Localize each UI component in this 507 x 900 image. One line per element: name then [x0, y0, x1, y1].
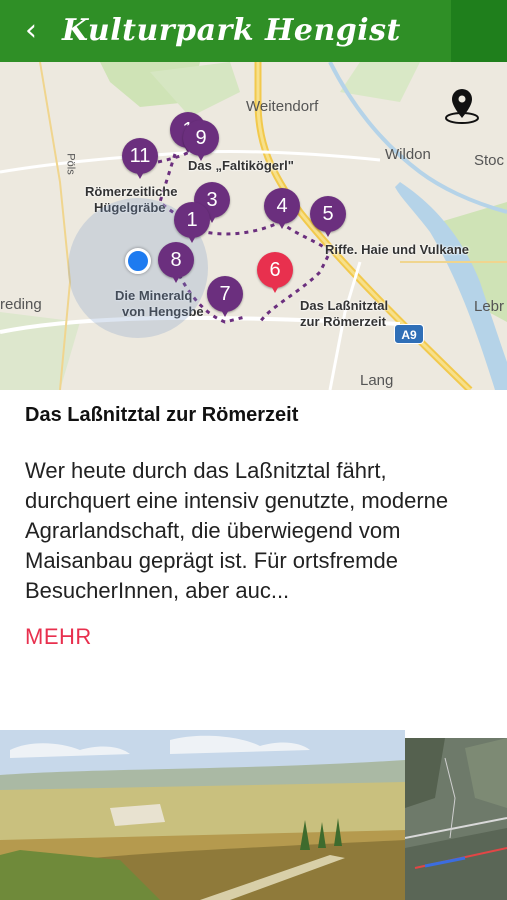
landscape-painting-image[interactable] [0, 730, 405, 900]
map-marker[interactable]: 4 [264, 188, 300, 229]
map-marker[interactable]: 1 [174, 202, 210, 243]
poi-label-lassnitz-1: Das Laßnitztal [300, 298, 389, 313]
map-marker[interactable]: 5 [310, 196, 346, 237]
place-lebr: Lebr [474, 298, 505, 315]
header-corner [451, 0, 507, 62]
map-marker-active[interactable]: 6 [257, 252, 293, 293]
page-title: Kulturpark Hengist [62, 13, 401, 48]
detail-title: Das Laßnitztal zur Römerzeit [25, 404, 299, 426]
place-weitendorf: Weitendorf [246, 98, 319, 115]
detail-description: Wer heute durch das Laßnitztal fährt, du… [25, 458, 449, 603]
poi-label-riffe: Riffe. Haie und Vulkane [325, 242, 469, 257]
map-pin-button[interactable] [444, 88, 480, 124]
place-wildon: Wildon [385, 146, 431, 163]
aerial-map [405, 738, 507, 900]
map-marker[interactable]: 9 [183, 120, 219, 161]
map-pin-icon [445, 89, 479, 124]
map-marker[interactable]: 11 [122, 138, 158, 179]
map-marker[interactable]: 8 [158, 242, 194, 283]
back-button[interactable]: ‹ [14, 14, 48, 48]
road-shield: A9 [394, 324, 424, 344]
map-marker[interactable]: 7 [207, 276, 243, 317]
place-preding: reding [0, 296, 42, 313]
landscape-painting [0, 730, 405, 900]
place-pols: Pöls [64, 153, 77, 175]
place-lang: Lang [360, 372, 394, 389]
current-location-dot [125, 248, 151, 274]
more-link[interactable]: MEHR [25, 624, 92, 650]
app-header: ‹ Kulturpark Hengist [0, 0, 507, 62]
poi-label-lassnitz-2: zur Römerzeit [300, 314, 386, 329]
aerial-map-image[interactable] [405, 738, 507, 900]
chevron-left-icon: ‹ [25, 13, 37, 48]
map-view[interactable]: Weitendorf Wildon Stoc Pöls Lebr Lang re… [0, 62, 507, 390]
place-stoc: Stoc [474, 152, 505, 169]
